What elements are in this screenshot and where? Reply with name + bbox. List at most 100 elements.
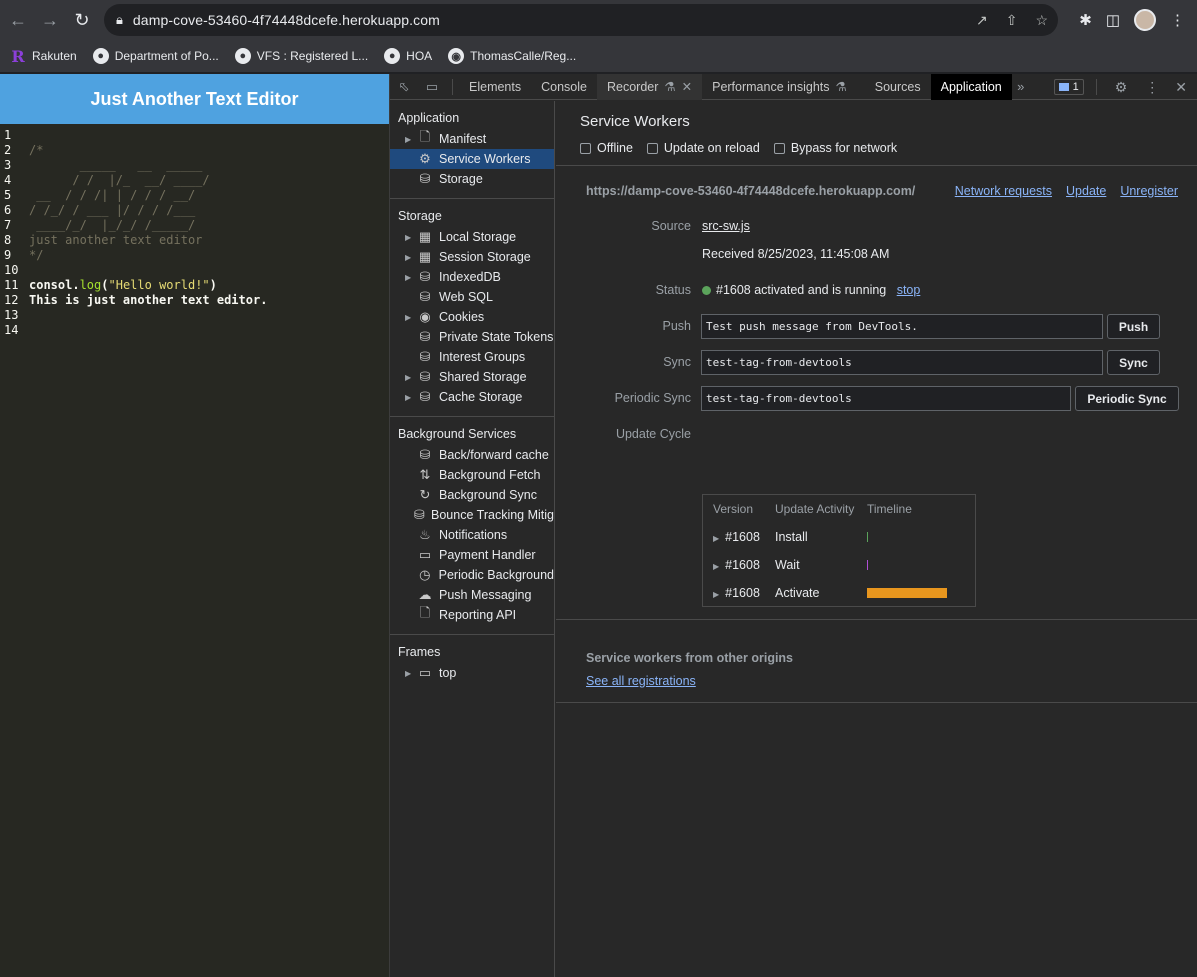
sidebar-item-background-sync[interactable]: ↻ Background Sync [390, 485, 554, 505]
sidebar-item-shared-storage[interactable]: ▶ ⛁ Shared Storage [390, 367, 554, 387]
device-toolbar-icon[interactable]: ▭ [418, 74, 446, 100]
top-icon: ▭ [418, 665, 432, 680]
table-header: Version Update Activity Timeline [703, 495, 975, 523]
sidebar-item-background-fetch[interactable]: ⇅ Background Fetch [390, 465, 554, 485]
line-text: / /_/ / ___ |/ / / /___ [29, 203, 196, 217]
issues-badge[interactable]: 1 [1053, 79, 1084, 95]
push-button[interactable]: Push [1107, 314, 1160, 339]
line-number: 14 [4, 323, 19, 337]
share-icon[interactable]: ⇧ [1006, 12, 1018, 29]
bookmark-star-icon[interactable]: ☆ [1035, 12, 1048, 29]
bookmark-hoa[interactable]: ● HOA [384, 48, 432, 64]
expand-arrow-icon[interactable]: ▶ [405, 669, 417, 678]
close-icon[interactable]: ✕ [682, 79, 692, 94]
sidebar-item-label: Reporting API [439, 608, 517, 622]
tab-application[interactable]: Application [930, 73, 1012, 100]
bookmark-dept[interactable]: ● Department of Po... [92, 48, 219, 64]
expand-arrow-icon[interactable]: ▶ [713, 590, 719, 599]
sidebar-item-web-sql[interactable]: ⛁ Web SQL [390, 287, 554, 307]
expand-arrow-icon[interactable]: ▶ [405, 253, 417, 262]
bypass-for-network-checkbox[interactable]: Bypass for network [773, 141, 897, 155]
tab-elements[interactable]: Elements [459, 74, 531, 100]
tab-performance-insights[interactable]: Performance insights ⚗ [702, 74, 857, 100]
sidebar-item-indexeddb[interactable]: ▶ ⛁ IndexedDB [390, 267, 554, 287]
periodic-sync-button[interactable]: Periodic Sync [1075, 386, 1179, 411]
forward-button[interactable]: → [34, 4, 66, 36]
expand-arrow-icon[interactable]: ▶ [405, 393, 417, 402]
expand-arrow-icon[interactable]: ▶ [405, 273, 417, 282]
unregister-link[interactable]: Unregister [1120, 184, 1178, 198]
expand-arrow-icon[interactable]: ▶ [713, 534, 719, 543]
sidebar-item-storage[interactable]: ⛁ Storage [390, 169, 554, 189]
more-options-icon[interactable]: ⋮ [1145, 79, 1159, 96]
sidebar-item-manifest[interactable]: ▶ 🗋︎ Manifest [390, 129, 554, 149]
status-label: Status [655, 283, 691, 297]
sidebar-item-interest-groups[interactable]: ⛁ Interest Groups [390, 347, 554, 367]
stop-link[interactable]: stop [897, 283, 921, 297]
expand-arrow-icon[interactable]: ▶ [405, 233, 417, 242]
tab-sources[interactable]: Sources [865, 74, 931, 100]
sidebar-item-label: Bounce Tracking Mitig [431, 508, 554, 522]
update-cycle-label: Update Cycle [615, 427, 691, 441]
sidebar-item-service-workers[interactable]: ⚙ Service Workers [390, 149, 554, 169]
line-number: 13 [4, 308, 19, 322]
sync-input[interactable]: test-tag-from-devtools [701, 350, 1103, 375]
sidebar-item-label: Payment Handler [439, 548, 536, 562]
address-bar[interactable]: 🔒︎ damp-cove-53460-4f74448dcefe.herokuap… [104, 4, 1058, 36]
rakuten-icon: R [11, 46, 25, 66]
version-cell[interactable]: ▶ #1608 [703, 530, 775, 544]
open-in-app-icon[interactable]: ↗ [976, 12, 988, 29]
sidebar-item-periodic-background[interactable]: ◷ Periodic Background [390, 565, 554, 585]
line-number: 4 [4, 173, 12, 187]
expand-arrow-icon[interactable]: ▶ [713, 562, 719, 571]
sidebar-item-push-messaging[interactable]: ☁ Push Messaging [390, 585, 554, 605]
sidebar-item-private-state-tokens[interactable]: ⛁ Private State Tokens [390, 327, 554, 347]
sidebar-item-payment-handler[interactable]: ▭ Payment Handler [390, 545, 554, 565]
settings-icon[interactable]: ⚙ [1115, 79, 1128, 96]
sidebar-item-local-storage[interactable]: ▶ ▦ Local Storage [390, 227, 554, 247]
expand-arrow-icon[interactable]: ▶ [405, 313, 417, 322]
inspect-element-icon[interactable]: ⬁ [390, 74, 418, 100]
see-all-registrations-link[interactable]: See all registrations [586, 674, 696, 688]
expand-arrow-icon[interactable]: ▶ [405, 135, 417, 144]
version-cell[interactable]: ▶ #1608 [703, 558, 775, 572]
code-editor[interactable]: 1 2/* 3 _____ __ _____ 4 / / |/_ __/ ____/5… [0, 124, 389, 338]
line-number: 11 [4, 278, 19, 292]
periodic-sync-input[interactable]: test-tag-from-devtools [701, 386, 1071, 411]
sidebar-item-notifications[interactable]: ♨ Notifications [390, 525, 554, 545]
other-origins-title: Service workers from other origins [586, 651, 794, 665]
bookmark-vfs[interactable]: ● VFS : Registered L... [234, 48, 368, 64]
tab-recorder[interactable]: Recorder ⚗ ✕ [596, 73, 703, 100]
expand-arrow-icon[interactable]: ▶ [405, 373, 417, 382]
reload-button[interactable]: ↻ [66, 4, 98, 36]
menu-icon[interactable]: ⋮ [1170, 11, 1185, 29]
sidebar-item-reporting-api[interactable]: 🗋︎ Reporting API [390, 605, 554, 625]
more-tabs-icon[interactable]: » [1012, 74, 1030, 100]
bookmark-rakuten[interactable]: R Rakuten [10, 46, 76, 66]
sidebar-item-label: Storage [439, 172, 483, 186]
offline-checkbox[interactable]: Offline [580, 141, 633, 155]
source-link[interactable]: src-sw.js [702, 219, 750, 233]
indexeddb-icon: ⛁ [419, 269, 431, 284]
push-input[interactable]: Test push message from DevTools. [701, 314, 1103, 339]
sidebar-item-top[interactable]: ▶ ▭ top [390, 663, 554, 683]
update-on-reload-checkbox[interactable]: Update on reload [646, 141, 760, 155]
sidebar-item-cache-storage[interactable]: ▶ ⛁ Cache Storage [390, 387, 554, 407]
sync-button[interactable]: Sync [1107, 350, 1160, 375]
background-fetch-icon: ⇅ [419, 467, 431, 482]
close-devtools-icon[interactable]: ✕ [1175, 79, 1187, 96]
network-requests-link[interactable]: Network requests [955, 184, 1052, 198]
bounce-tracking-mitig-icon: ⛁ [413, 507, 425, 522]
bookmark-github[interactable]: ◉ ThomasCalle/Reg... [448, 48, 576, 64]
version-cell[interactable]: ▶ #1608 [703, 586, 775, 600]
back-button[interactable]: ← [2, 4, 34, 36]
tab-console[interactable]: Console [531, 74, 597, 100]
extensions-icon[interactable]: ✱ [1079, 11, 1092, 29]
sidebar-item-back-forward-cache[interactable]: ⛁ Back/forward cache [390, 445, 554, 465]
sidebar-item-bounce-tracking-mitig[interactable]: ⛁ Bounce Tracking Mitig [390, 505, 554, 525]
update-link[interactable]: Update [1066, 184, 1106, 198]
avatar[interactable] [1134, 9, 1156, 31]
sidebar-item-session-storage[interactable]: ▶ ▦ Session Storage [390, 247, 554, 267]
side-panel-icon[interactable]: ◫ [1106, 11, 1120, 29]
sidebar-item-cookies[interactable]: ▶ ◉ Cookies [390, 307, 554, 327]
